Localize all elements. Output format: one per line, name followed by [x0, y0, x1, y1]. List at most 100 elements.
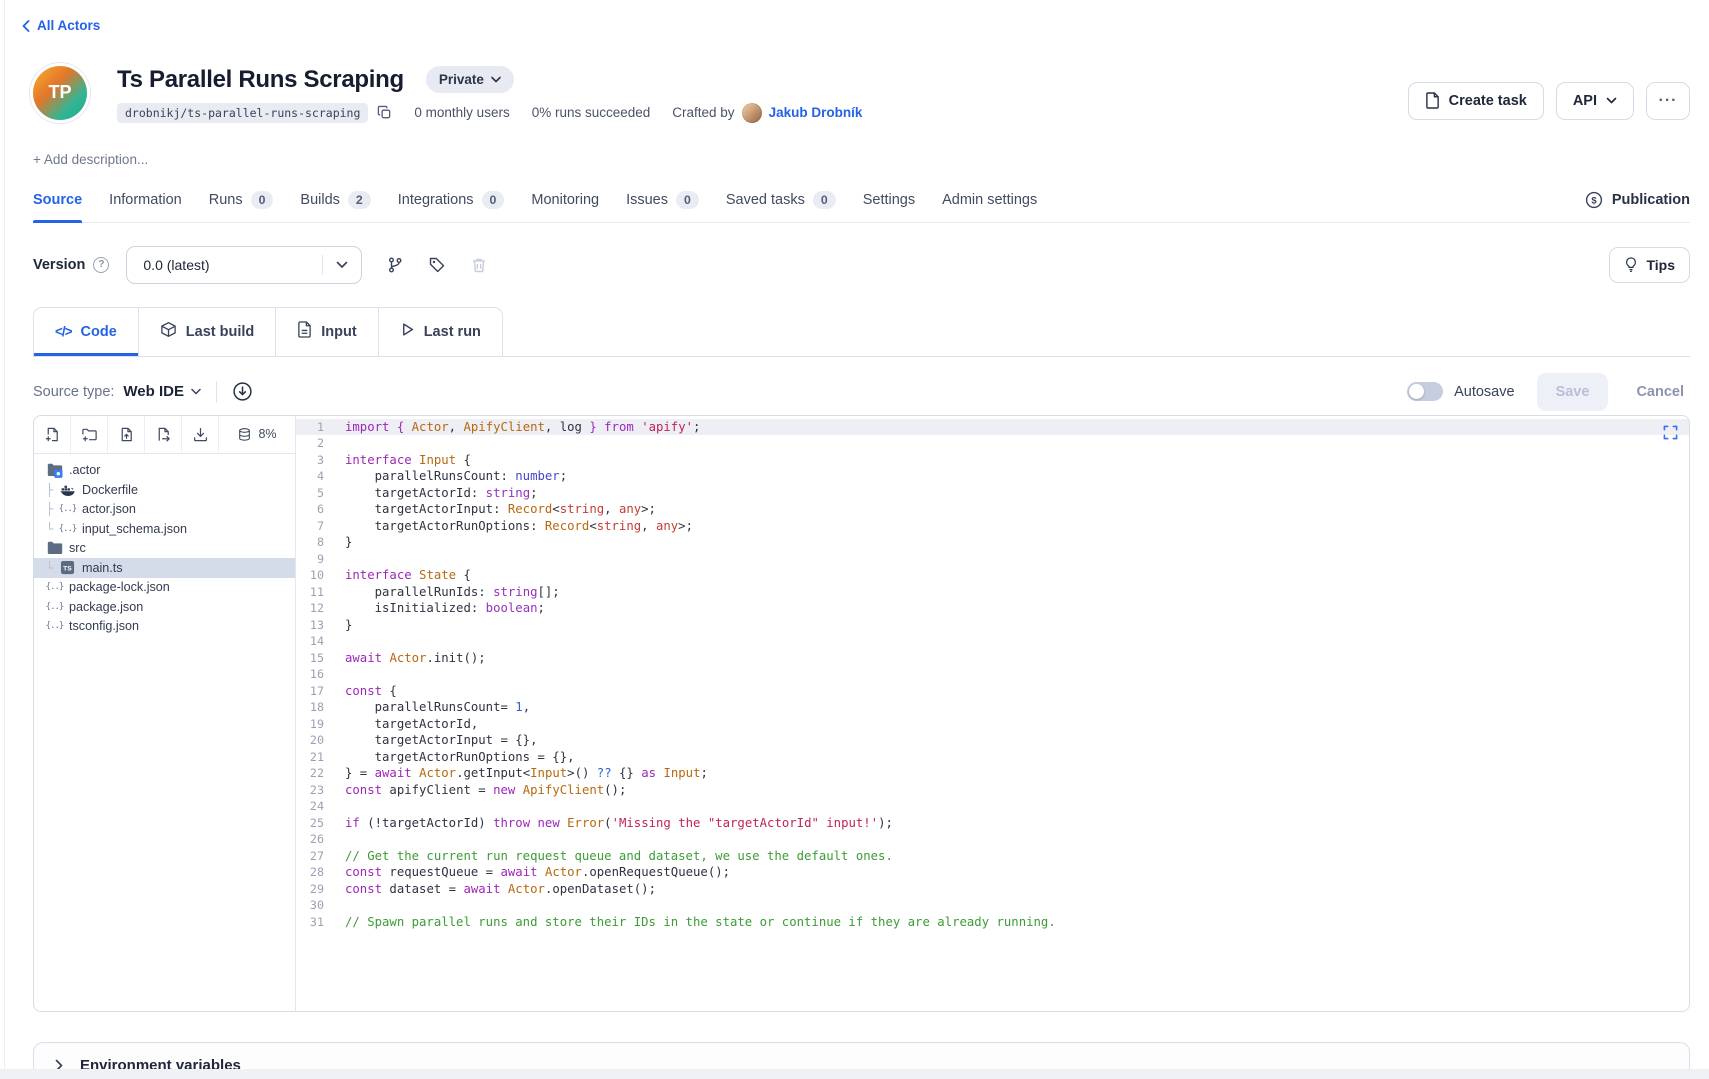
download-tray-icon: [192, 426, 209, 443]
tab-source[interactable]: Source: [33, 179, 82, 222]
code-line[interactable]: 29const dataset = await Actor.openDatase…: [296, 881, 1689, 898]
api-dropdown-button[interactable]: API: [1556, 82, 1634, 120]
code-line[interactable]: 5 targetActorId: string;: [296, 485, 1689, 502]
tab-count-badge: 0: [251, 191, 274, 209]
file-upload-icon: [118, 426, 135, 443]
code-line[interactable]: 28const requestQueue = await Actor.openR…: [296, 864, 1689, 881]
source-type-dropdown[interactable]: Web IDE: [123, 383, 201, 400]
tab-label: Runs: [209, 192, 243, 208]
code-line[interactable]: 2: [296, 435, 1689, 452]
view-tab-input[interactable]: Input: [276, 308, 378, 356]
code-line[interactable]: 22} = await Actor.getInput<Input>() ?? {…: [296, 765, 1689, 782]
code-line[interactable]: 3interface Input {: [296, 452, 1689, 469]
code-line[interactable]: 27// Get the current run request queue a…: [296, 848, 1689, 865]
more-actions-button[interactable]: ···: [1646, 82, 1690, 120]
file-name: package-lock.json: [69, 580, 170, 594]
code-line[interactable]: 13}: [296, 617, 1689, 634]
code-line[interactable]: 18 parallelRunsCount= 1,: [296, 699, 1689, 716]
code-line[interactable]: 21 targetActorRunOptions = {},: [296, 749, 1689, 766]
save-button[interactable]: Save: [1537, 373, 1609, 411]
tab-publication[interactable]: $Publication: [1585, 191, 1690, 209]
download-source-button[interactable]: [232, 381, 253, 402]
git-branch-button[interactable]: [386, 256, 404, 274]
tab-integrations[interactable]: Integrations0: [398, 179, 505, 222]
code-line[interactable]: 25if (!targetActorId) throw new Error('M…: [296, 815, 1689, 832]
code-line[interactable]: 4 parallelRunsCount: number;: [296, 468, 1689, 485]
file-tree-item-main-ts[interactable]: └TSmain.ts: [34, 558, 295, 578]
tab-runs[interactable]: Runs 0: [209, 179, 274, 222]
tab-information[interactable]: Information: [109, 179, 182, 222]
line-number: 28: [296, 864, 324, 881]
download-all-button[interactable]: [182, 416, 219, 453]
code-line[interactable]: 26: [296, 831, 1689, 848]
code-line[interactable]: 23const apifyClient = new ApifyClient();: [296, 782, 1689, 799]
code-line[interactable]: 6 targetActorInput: Record<string, any>;: [296, 501, 1689, 518]
code-line[interactable]: 8}: [296, 534, 1689, 551]
file-tree-item-package-lock-json[interactable]: {..}package-lock.json: [34, 578, 295, 598]
code-line[interactable]: 19 targetActorId,: [296, 716, 1689, 733]
stat-runs-succeeded: 0% runs succeeded: [532, 105, 651, 120]
code-line[interactable]: 15await Actor.init();: [296, 650, 1689, 667]
tab-label: Admin settings: [942, 192, 1037, 208]
autosave-toggle[interactable]: [1407, 382, 1443, 401]
code-line[interactable]: 9: [296, 551, 1689, 568]
tab-issues[interactable]: Issues0: [626, 179, 699, 222]
copy-handle-button[interactable]: [377, 105, 392, 120]
create-task-button[interactable]: Create task: [1408, 82, 1544, 120]
delete-version-button[interactable]: [470, 256, 488, 274]
tab-monitoring[interactable]: Monitoring: [531, 179, 599, 222]
file-tree-item-actor-json[interactable]: ├{..}actor.json: [34, 500, 295, 520]
code-line[interactable]: 11 parallelRunIds: string[];: [296, 584, 1689, 601]
file-tree-item-package-json[interactable]: {..}package.json: [34, 597, 295, 617]
fullscreen-button[interactable]: [1663, 425, 1678, 440]
view-tab-last-run[interactable]: Last run: [379, 308, 502, 356]
line-number: 15: [296, 650, 324, 667]
file-tree-item-input-schema-json[interactable]: └{..}input_schema.json: [34, 519, 295, 539]
help-icon[interactable]: ?: [93, 257, 109, 273]
code-line[interactable]: 7 targetActorRunOptions: Record<string, …: [296, 518, 1689, 535]
code-line[interactable]: 10interface State {: [296, 567, 1689, 584]
code-line[interactable]: 30: [296, 897, 1689, 914]
breadcrumb[interactable]: All Actors: [22, 18, 100, 33]
file-tree-item-tsconfig-json[interactable]: {..}tsconfig.json: [34, 617, 295, 637]
export-file-button[interactable]: [145, 416, 182, 453]
code-line[interactable]: 1import { Actor, ApifyClient, log } from…: [296, 419, 1689, 436]
actor-handle: drobnikj/ts-parallel-runs-scraping: [117, 103, 368, 123]
line-number: 7: [296, 518, 324, 535]
code-line[interactable]: 20 targetActorInput = {},: [296, 732, 1689, 749]
line-number: 4: [296, 468, 324, 485]
typescript-icon: TS: [59, 560, 76, 576]
view-tab-code[interactable]: </>Code: [34, 308, 139, 356]
tag-version-button[interactable]: [428, 256, 446, 274]
author-link[interactable]: Jakub Drobník: [769, 105, 863, 120]
upload-file-button[interactable]: [108, 416, 145, 453]
code-line[interactable]: 31// Spawn parallel runs and store their…: [296, 914, 1689, 931]
file-tree-item--actor[interactable]: .actor: [34, 461, 295, 481]
tab-saved-tasks[interactable]: Saved tasks0: [726, 179, 836, 222]
tab-builds[interactable]: Builds2: [300, 179, 370, 222]
view-tab-last-build[interactable]: Last build: [139, 308, 276, 356]
code-line[interactable]: 17const {: [296, 683, 1689, 700]
code-lines: 1import { Actor, ApifyClient, log } from…: [296, 419, 1689, 931]
tab-admin-settings[interactable]: Admin settings: [942, 179, 1037, 222]
cancel-button[interactable]: Cancel: [1630, 384, 1690, 400]
add-description-button[interactable]: + Add description...: [33, 152, 1690, 167]
file-tree-item-src[interactable]: src: [34, 539, 295, 559]
line-number: 23: [296, 782, 324, 799]
new-folder-button[interactable]: [71, 416, 108, 453]
line-number: 11: [296, 584, 324, 601]
visibility-dropdown[interactable]: Private: [426, 66, 514, 93]
file-tree-item-dockerfile[interactable]: ├Dockerfile: [34, 480, 295, 500]
tab-settings[interactable]: Settings: [863, 179, 915, 222]
code-text: [324, 897, 345, 914]
code-line[interactable]: 24: [296, 798, 1689, 815]
code-line[interactable]: 16: [296, 666, 1689, 683]
folder-icon: [46, 540, 63, 556]
code-line[interactable]: 12 isInitialized: boolean;: [296, 600, 1689, 617]
tips-button[interactable]: Tips: [1609, 247, 1690, 283]
code-line[interactable]: 14: [296, 633, 1689, 650]
code-editor[interactable]: 1import { Actor, ApifyClient, log } from…: [296, 416, 1689, 1011]
version-select[interactable]: 0.0 (latest): [126, 246, 362, 284]
new-file-button[interactable]: [34, 416, 71, 453]
tab-count-badge: 0: [482, 191, 505, 209]
